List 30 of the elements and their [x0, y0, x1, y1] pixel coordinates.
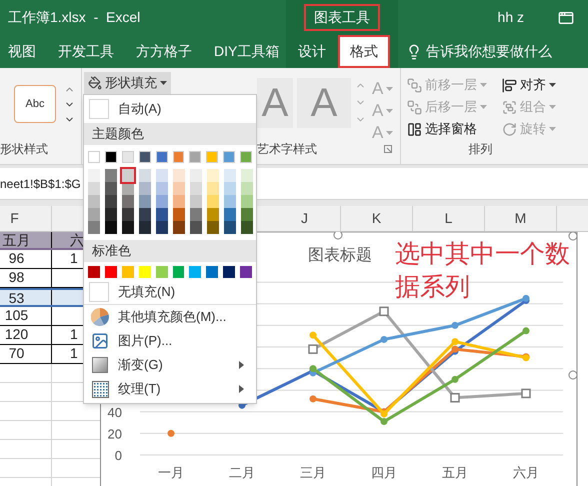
context-group-label: 图表工具 — [304, 4, 380, 31]
table-cell: 98 — [0, 269, 52, 287]
y-axis-label: 40 — [108, 404, 122, 420]
group-label: 形状样式 — [0, 141, 49, 158]
x-axis-label: 一月 — [158, 465, 184, 480]
x-axis-label: 四月 — [371, 465, 397, 480]
group-label: 艺术字样式 — [257, 141, 317, 158]
table-cell: 96 — [0, 250, 52, 268]
table-cell-text: 1 — [69, 250, 79, 268]
window-title: 工作簿1.xlsx - Excel — [8, 8, 142, 27]
user-name: hh z — [498, 8, 524, 27]
x-axis-label: 六月 — [513, 465, 539, 480]
table-cell: 120 — [0, 326, 52, 344]
y-axis-label: 20 — [108, 426, 122, 442]
table-cell: 105 — [0, 307, 52, 325]
header-cell-text: 六 — [69, 232, 83, 248]
x-axis-label: 二月 — [229, 465, 255, 480]
table-cell: 53 — [0, 290, 52, 305]
table-cell-text: 1 — [69, 326, 79, 344]
group-label: 排列 — [468, 141, 494, 158]
chart-title: 图表标题 — [308, 247, 372, 264]
menu-section-header: 标准色 — [84, 240, 256, 262]
x-axis-label: 五月 — [442, 465, 468, 480]
header-cell: 五月 — [0, 232, 52, 248]
table-cell-text: 1 — [69, 345, 79, 363]
table-cell: 70 — [0, 345, 52, 363]
annotation-text: 选中其中一个数据系列 — [395, 239, 571, 303]
x-axis-label: 三月 — [300, 465, 326, 480]
y-axis-label: 0 — [114, 448, 122, 463]
menu-section-header: 主题颜色 — [84, 123, 256, 145]
